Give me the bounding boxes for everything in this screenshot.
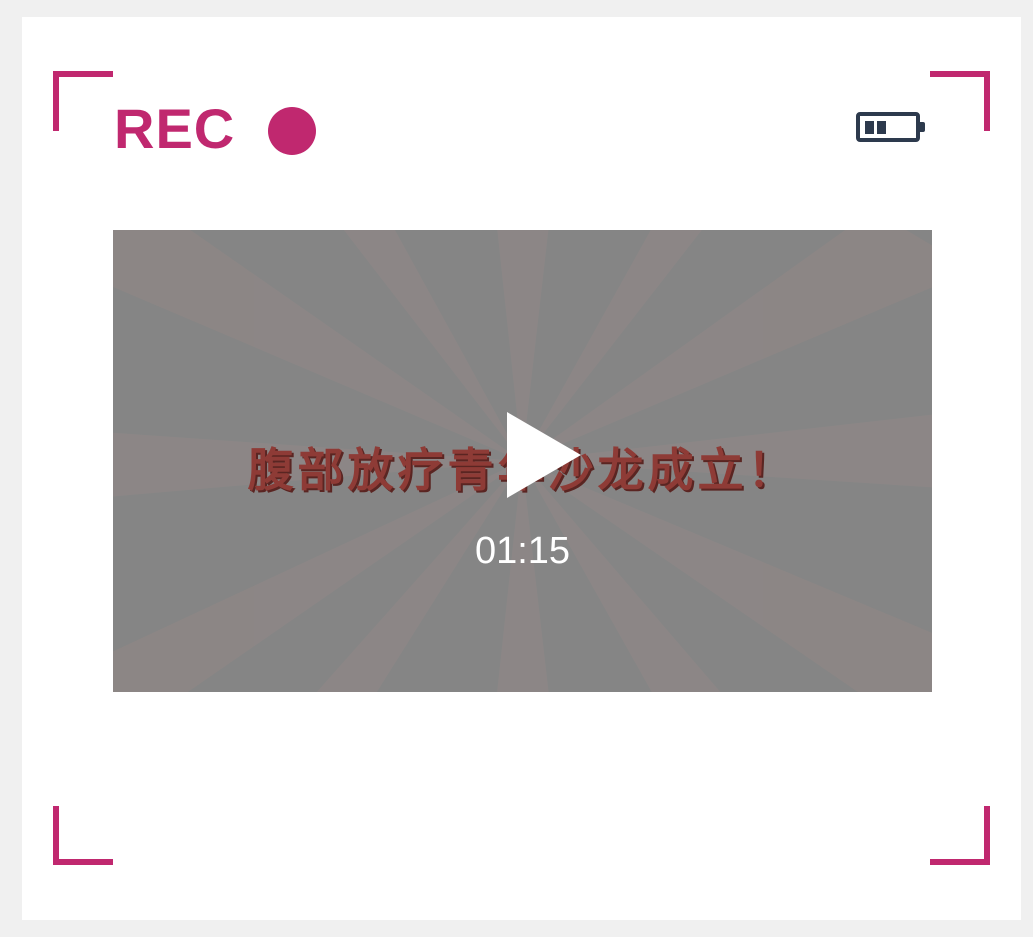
rec-label: REC xyxy=(114,97,236,160)
play-icon[interactable] xyxy=(507,412,581,498)
battery-icon xyxy=(856,112,925,142)
video-duration: 01:15 xyxy=(474,530,571,572)
frame-corner-bottom-left xyxy=(53,806,113,865)
recording-dot-icon xyxy=(268,107,316,155)
frame-corner-top-right xyxy=(930,71,990,131)
battery-terminal xyxy=(920,122,925,132)
battery-cell xyxy=(865,121,874,134)
frame-corner-top-left xyxy=(53,71,113,131)
camera-frame-card: REC 腹部放疗青年沙龙成立！ 01:15 xyxy=(22,17,1021,920)
video-player[interactable]: 腹部放疗青年沙龙成立！ 01:15 xyxy=(113,230,932,692)
frame-corner-bottom-right xyxy=(930,806,990,865)
battery-cell xyxy=(877,121,886,134)
